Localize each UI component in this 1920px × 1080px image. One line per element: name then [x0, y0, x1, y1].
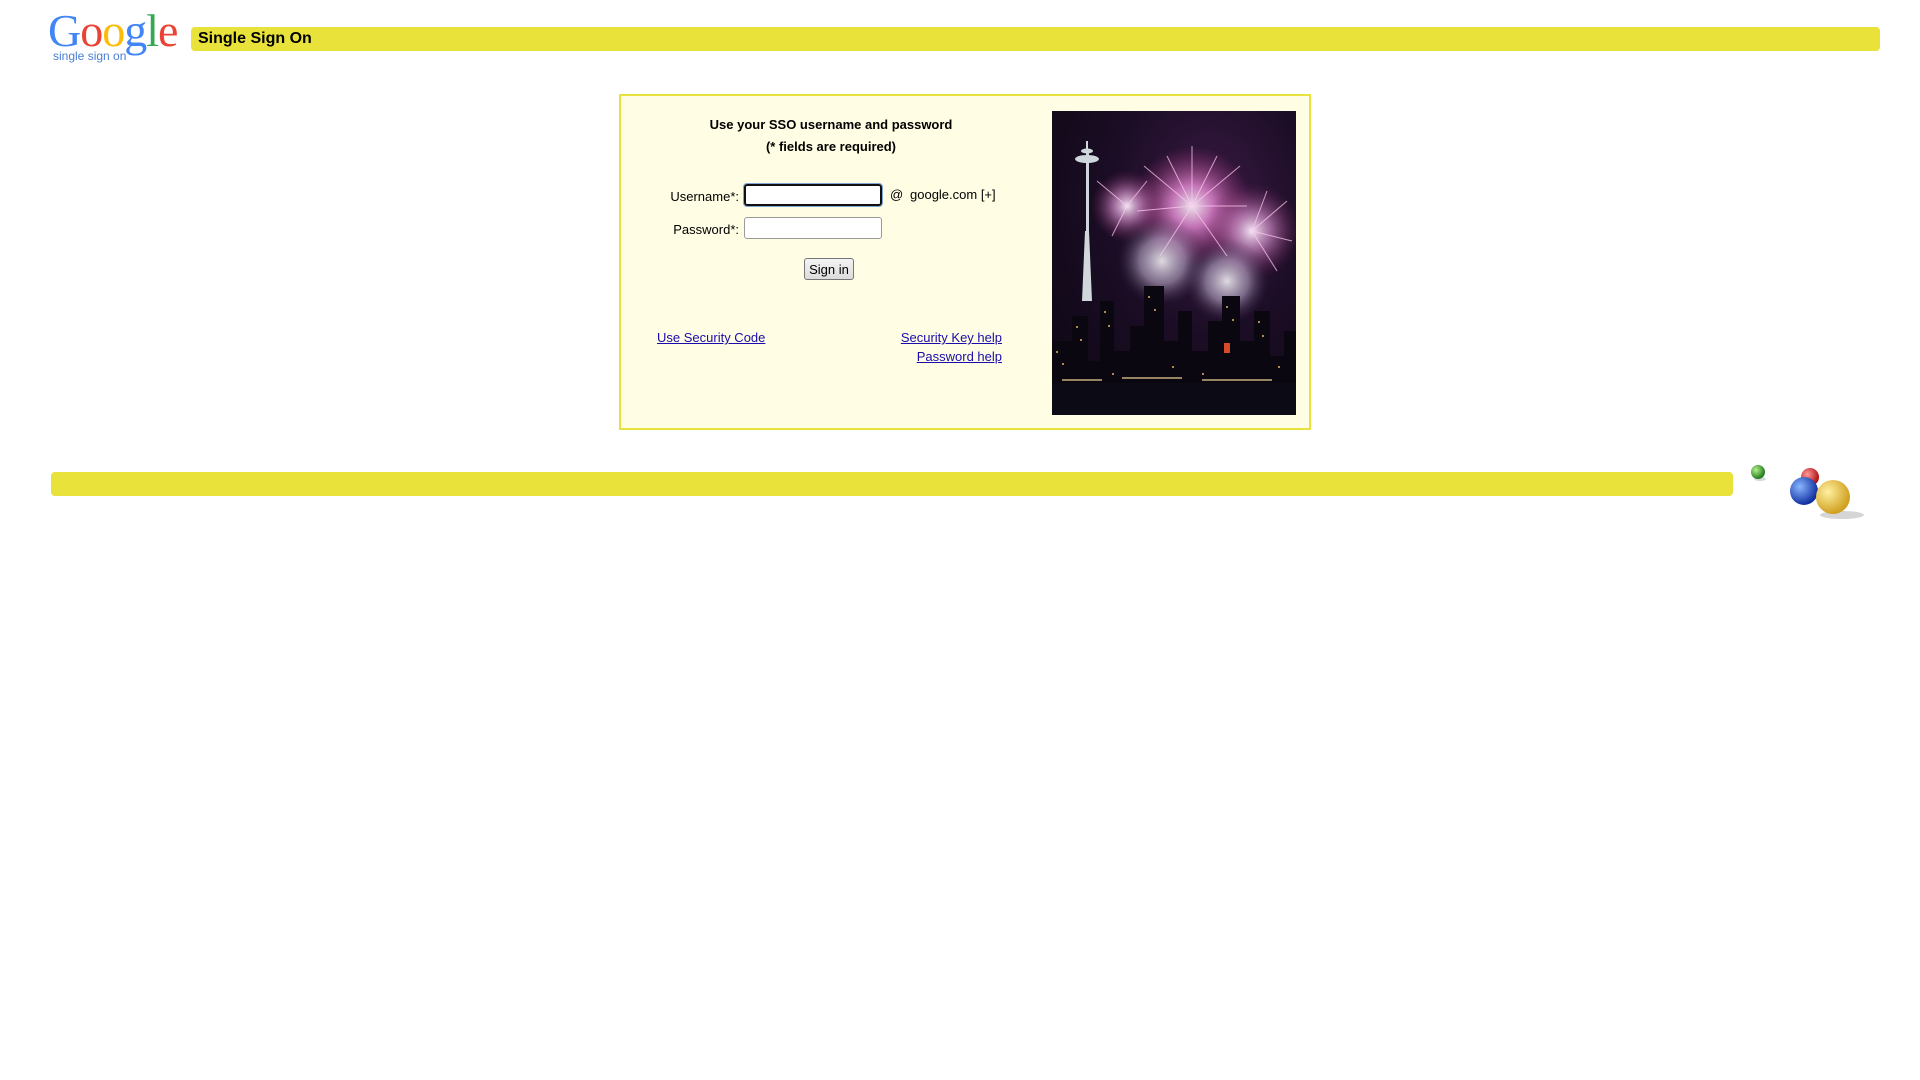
fireworks-skyline-image — [1052, 141, 1296, 415]
username-input[interactable] — [743, 183, 883, 207]
username-label: Username*: — [670, 189, 739, 204]
logo-subtext: single sign on — [53, 49, 127, 63]
page-header: Google single sign on Single Sign On — [48, 8, 1880, 66]
password-label: Password*: — [673, 222, 739, 237]
page-title-bar: Single Sign On — [191, 27, 1880, 51]
google-sso-logo: Google single sign on — [48, 8, 184, 66]
use-security-code-link[interactable]: Use Security Code — [657, 330, 765, 345]
fireworks-photo — [1052, 111, 1296, 415]
google-wordmark: Google — [48, 5, 178, 56]
page-title: Single Sign On — [198, 30, 312, 47]
logo-letter: e — [158, 5, 178, 56]
footer-bar — [51, 472, 1733, 496]
logo-letter: o — [102, 5, 125, 56]
at-sign: @ — [890, 187, 904, 202]
login-heading-line1: Use your SSO username and password — [709, 117, 953, 132]
login-heading: Use your SSO username and password (* fi… — [621, 114, 1041, 158]
logo-letter: g — [124, 5, 147, 56]
logo-letter: G — [48, 5, 81, 56]
logo-letter: l — [146, 5, 159, 56]
login-heading-line2: (* fields are required) — [765, 139, 897, 154]
password-input[interactable] — [744, 217, 882, 239]
login-panel: Use your SSO username and password (* fi… — [619, 94, 1311, 430]
domain-selector[interactable]: google.com [+] — [910, 187, 996, 202]
sign-in-button[interactable]: Sign in — [804, 258, 854, 280]
google-balls-icon — [1746, 462, 1876, 522]
password-help-link[interactable]: Password help — [917, 349, 1002, 364]
security-key-help-link[interactable]: Security Key help — [901, 330, 1002, 345]
logo-letter: o — [80, 5, 103, 56]
